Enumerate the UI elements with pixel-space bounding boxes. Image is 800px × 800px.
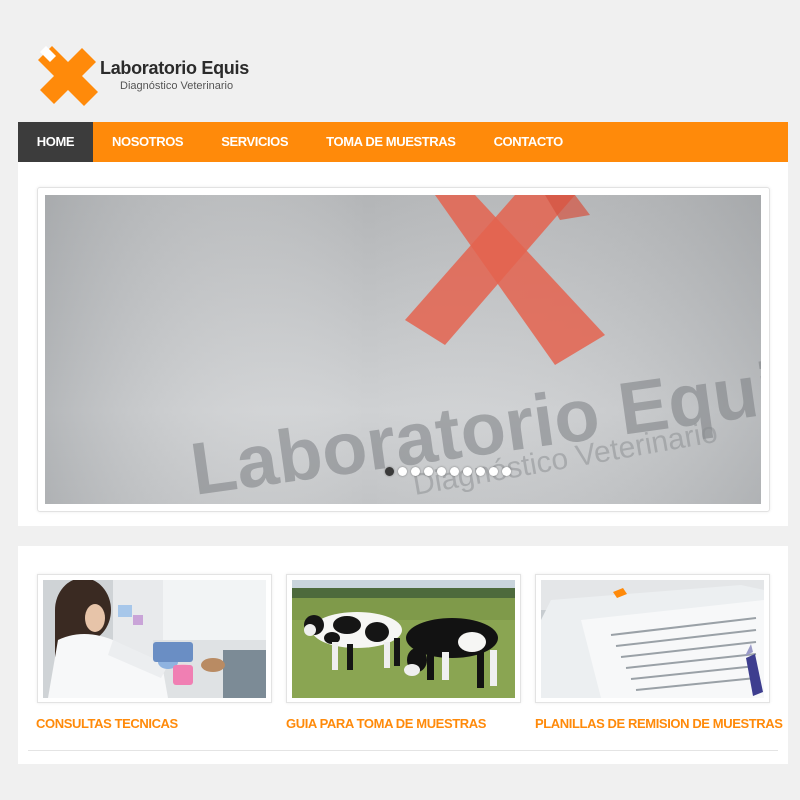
feature-title-planillas[interactable]: PLANILLAS DE REMISION DE MUESTRAS	[535, 716, 783, 731]
feature-title-guia[interactable]: GUIA PARA TOMA DE MUESTRAS	[286, 716, 486, 731]
feature-thumb-guia[interactable]	[286, 574, 521, 703]
site-logo[interactable]: Laboratorio Equis Diagnóstico Veterinari…	[38, 46, 258, 108]
nav-toma-de-muestras[interactable]: TOMA DE MUESTRAS	[307, 122, 474, 162]
forms-and-pen-image	[541, 580, 764, 698]
logo-x-icon	[38, 46, 98, 106]
slider-dot[interactable]	[476, 467, 485, 476]
nav-servicios[interactable]: SERVICIOS	[202, 122, 307, 162]
slider-pagination	[385, 467, 511, 476]
slide-image[interactable]: Laboratorio Equis Diagnóstico Veterinari…	[45, 195, 761, 504]
nav-nosotros[interactable]: NOSOTROS	[93, 122, 202, 162]
slider-dot[interactable]	[489, 467, 498, 476]
slider-dot[interactable]	[502, 467, 511, 476]
slider-dot[interactable]	[411, 467, 420, 476]
logo-title: Laboratorio Equis	[100, 58, 249, 78]
slider-dot[interactable]	[463, 467, 472, 476]
feature-title-consultas[interactable]: CONSULTAS TECNICAS	[36, 716, 178, 731]
cows-in-field-image	[292, 580, 515, 698]
logo-tagline: Diagnóstico Veterinario	[120, 80, 234, 92]
lab-technician-image	[43, 580, 266, 698]
slider-dot[interactable]	[424, 467, 433, 476]
section-divider	[28, 750, 778, 751]
feature-thumb-consultas[interactable]	[37, 574, 272, 703]
slider-dot[interactable]	[450, 467, 459, 476]
nav-contacto[interactable]: CONTACTO	[475, 122, 582, 162]
slider-dot[interactable]	[385, 467, 394, 476]
slider-dot[interactable]	[437, 467, 446, 476]
main-nav: HOME NOSOTROS SERVICIOS TOMA DE MUESTRAS…	[18, 122, 788, 162]
nav-home[interactable]: HOME	[18, 122, 93, 162]
slider-dot[interactable]	[398, 467, 407, 476]
feature-thumb-planillas[interactable]	[535, 574, 770, 703]
